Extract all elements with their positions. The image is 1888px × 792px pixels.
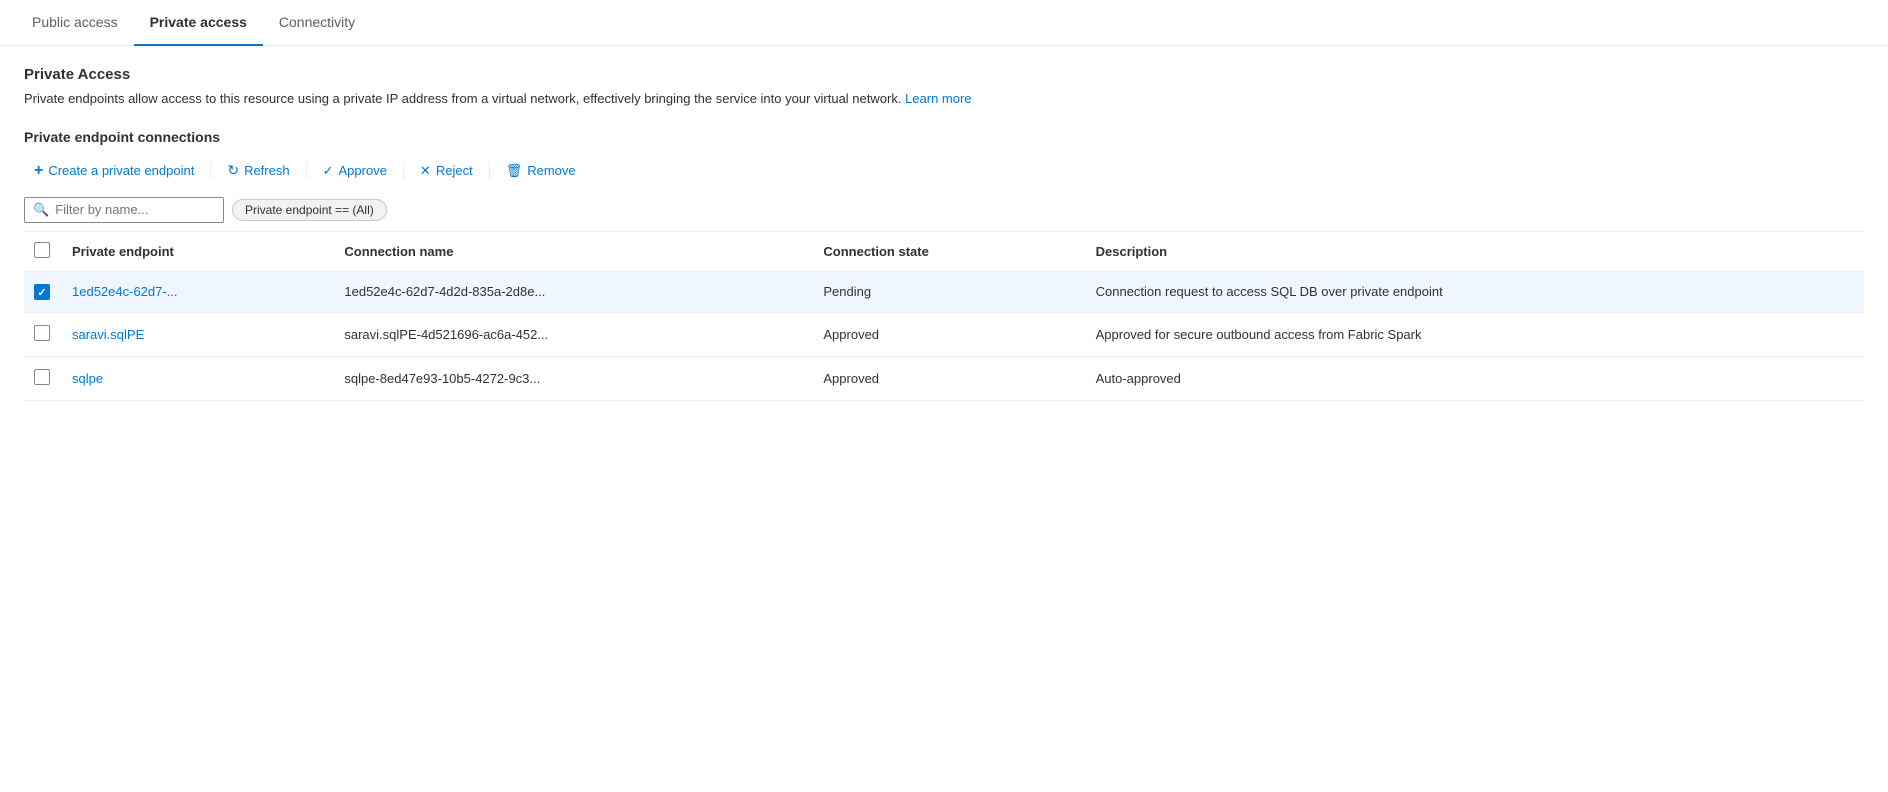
tab-public-access[interactable]: Public access [16,0,134,46]
filter-row: 🔍 Private endpoint == (All) [24,197,1864,223]
table-wrapper: Private endpoint Connection name Connect… [24,231,1864,402]
th-select-all[interactable] [24,232,60,272]
th-private-endpoint: Private endpoint [60,232,332,272]
row-checkbox[interactable] [34,284,50,300]
select-all-checkbox[interactable] [34,242,50,258]
reject-icon: ✕ [420,163,431,179]
learn-more-link[interactable]: Learn more [905,91,971,106]
row-checkbox[interactable] [34,369,50,385]
trash-icon: 🗑 [506,163,523,179]
remove-button[interactable]: 🗑 Remove [496,158,586,184]
private-endpoint-link[interactable]: 1ed52e4c-62d7-... [72,284,178,299]
filter-tag[interactable]: Private endpoint == (All) [232,199,387,221]
private-endpoint-link[interactable]: saravi.sqlPE [72,327,144,342]
toolbar-separator-3 [403,163,404,179]
cell-private-endpoint: 1ed52e4c-62d7-... [60,271,332,313]
main-content: Private Access Private endpoints allow a… [0,46,1888,421]
cell-description: Connection request to access SQL DB over… [1084,271,1864,313]
toolbar-separator-2 [306,163,307,179]
connections-table: Private endpoint Connection name Connect… [24,232,1864,402]
create-endpoint-button[interactable]: + Create a private endpoint [24,157,204,185]
toolbar-separator-4 [489,163,490,179]
refresh-icon: ↻ [227,162,239,179]
search-box[interactable]: 🔍 [24,197,224,223]
refresh-button[interactable]: ↻ Refresh [217,157,299,184]
section-title: Private Access [24,66,1864,83]
tabs-navigation: Public access Private access Connectivit… [0,0,1888,46]
section-description: Private endpoints allow access to this r… [24,89,1864,109]
table-header-row: Private endpoint Connection name Connect… [24,232,1864,272]
row-checkbox[interactable] [34,325,50,341]
cell-connection-state: Approved [811,357,1083,401]
cell-connection-name: saravi.sqlPE-4d521696-ac6a-452... [332,313,811,357]
toolbar-separator-1 [210,163,211,179]
plus-icon: + [34,162,43,180]
th-connection-name: Connection name [332,232,811,272]
toolbar: + Create a private endpoint ↻ Refresh ✓ … [24,157,1864,185]
th-connection-state: Connection state [811,232,1083,272]
approve-button[interactable]: ✓ Approve [313,158,397,184]
search-icon: 🔍 [33,202,49,218]
cell-connection-name: sqlpe-8ed47e93-10b5-4272-9c3... [332,357,811,401]
table-row: 1ed52e4c-62d7-... 1ed52e4c-62d7-4d2d-835a… [24,271,1864,313]
subsection-title: Private endpoint connections [24,129,1864,145]
cell-connection-state: Pending [811,271,1083,313]
approve-icon: ✓ [323,163,334,179]
reject-button[interactable]: ✕ Reject [410,158,483,184]
private-endpoint-link[interactable]: sqlpe [72,371,103,386]
search-input[interactable] [55,202,215,217]
cell-description: Approved for secure outbound access from… [1084,313,1864,357]
row-checkbox-cell [24,357,60,401]
table-row: sqlpe sqlpe-8ed47e93-10b5-4272-9c3...Appr… [24,357,1864,401]
cell-connection-name: 1ed52e4c-62d7-4d2d-835a-2d8e... [332,271,811,313]
cell-description: Auto-approved [1084,357,1864,401]
table-row: saravi.sqlPE saravi.sqlPE-4d521696-ac6a-4… [24,313,1864,357]
row-checkbox-cell [24,271,60,313]
cell-private-endpoint: saravi.sqlPE [60,313,332,357]
th-description: Description [1084,232,1864,272]
tab-connectivity[interactable]: Connectivity [263,0,371,46]
row-checkbox-cell [24,313,60,357]
tab-private-access[interactable]: Private access [134,0,263,46]
cell-private-endpoint: sqlpe [60,357,332,401]
cell-connection-state: Approved [811,313,1083,357]
